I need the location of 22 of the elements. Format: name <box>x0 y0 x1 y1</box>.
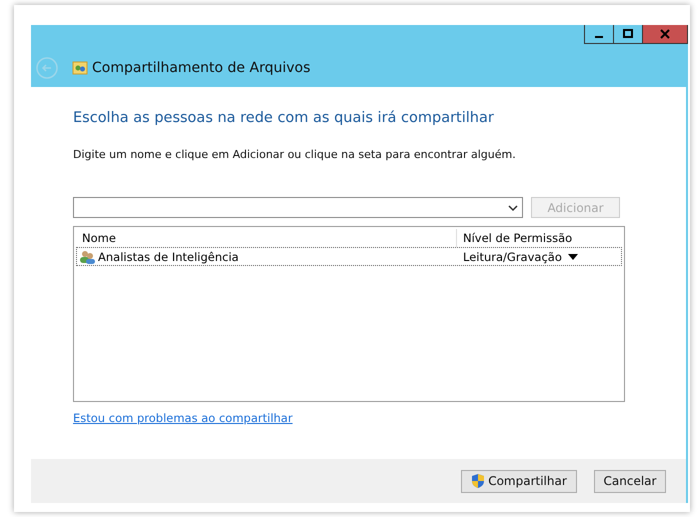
shared-folder-icon <box>72 60 88 76</box>
column-header[interactable]: Nome <box>76 231 456 245</box>
close-button[interactable] <box>642 25 688 44</box>
close-icon <box>659 28 671 40</box>
permission-dropdown[interactable]: Leitura/Gravação <box>463 250 562 264</box>
minimize-icon <box>595 36 603 38</box>
table-cell: Analistas de Inteligência <box>98 250 239 264</box>
dialog-heading: Escolha as pessoas na rede com as quais irá compartilhar <box>73 110 495 126</box>
user-group-icon <box>79 250 95 264</box>
chevron-down-icon <box>508 204 518 212</box>
share-button[interactable]: Compartilhar <box>461 470 577 492</box>
list-row[interactable]: Analistas de Inteligência Leitura/Gravação <box>76 247 622 266</box>
cancel-button[interactable]: Cancelar <box>594 470 666 492</box>
column-header[interactable]: Nível de Permissão <box>456 229 622 247</box>
help-link[interactable]: Estou com problemas ao compartilhar <box>73 411 293 425</box>
maximize-icon <box>622 28 634 40</box>
minimize-button[interactable] <box>584 25 614 44</box>
dropdown-arrow-icon[interactable] <box>568 254 578 260</box>
instruction-text: Digite um nome e clique em Adicionar ou clique na seta para encontrar alguém. <box>73 148 517 161</box>
window-title: Compartilhamento de Arquivos <box>92 60 310 76</box>
name-combo-box[interactable] <box>73 197 523 218</box>
shield-icon <box>471 473 486 489</box>
